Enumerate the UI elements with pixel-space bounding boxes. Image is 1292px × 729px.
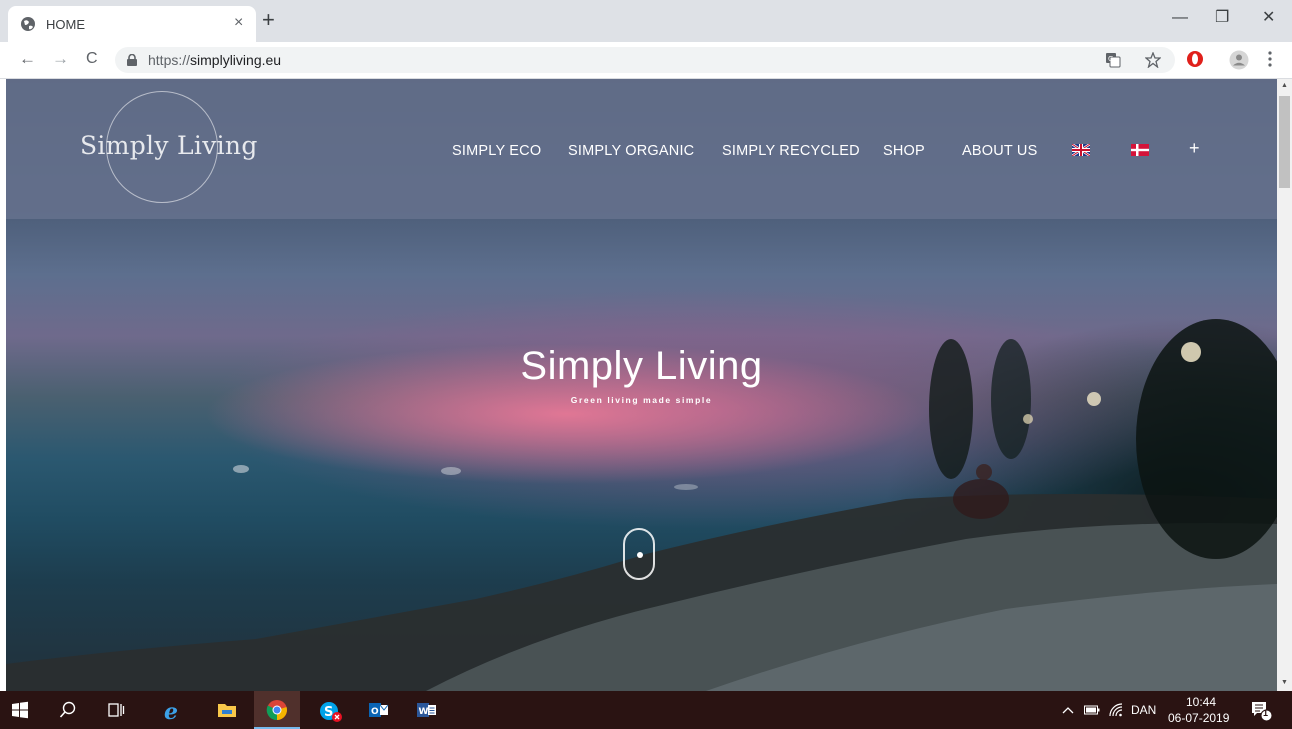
battery-icon[interactable] xyxy=(1084,704,1100,716)
taskbar-word[interactable]: W xyxy=(406,691,448,729)
nav-about-us[interactable]: ABOUT US xyxy=(962,143,1037,159)
restore-button[interactable]: ❐ xyxy=(1215,10,1229,26)
menu-kebab-icon[interactable] xyxy=(1267,50,1273,68)
danish-flag-icon[interactable] xyxy=(1131,144,1149,156)
taskbar-outlook[interactable]: O xyxy=(358,691,400,729)
search-icon xyxy=(59,701,76,718)
page-viewport: Simply Living SIMPLY ECO SIMPLY ORGANIC … xyxy=(6,79,1277,691)
tray-chevron-up-icon[interactable] xyxy=(1062,706,1074,714)
url-host: simplyliving.eu xyxy=(190,52,282,68)
skype-icon: S xyxy=(320,702,342,722)
hero-title: Simply Living xyxy=(520,344,763,388)
scroll-dot xyxy=(637,552,643,558)
clock-time[interactable]: 10:44 xyxy=(1186,695,1216,709)
nav-more-button[interactable]: + xyxy=(1189,139,1200,157)
new-tab-button[interactable]: + xyxy=(262,9,275,31)
chrome-icon xyxy=(266,700,287,721)
internet-explorer-icon: e xyxy=(164,701,178,721)
svg-text:S: S xyxy=(324,705,333,720)
tab-strip: HOME × + — ❐ ✕ xyxy=(0,0,1292,42)
taskbar-search[interactable] xyxy=(48,691,90,729)
translate-icon[interactable]: G xyxy=(1105,52,1121,68)
uk-flag-icon[interactable] xyxy=(1072,144,1090,156)
word-icon: W xyxy=(417,703,436,717)
clock-date[interactable]: 06-07-2019 xyxy=(1168,711,1229,725)
site-logo[interactable]: Simply Living xyxy=(80,131,258,160)
nav-simply-recycled[interactable]: SIMPLY RECYCLED xyxy=(722,143,860,159)
minimize-button[interactable]: — xyxy=(1172,10,1188,26)
nav-simply-eco[interactable]: SIMPLY ECO xyxy=(452,143,541,159)
nav-shop[interactable]: SHOP xyxy=(883,143,925,159)
svg-text:G: G xyxy=(1108,55,1113,63)
tab-title: HOME xyxy=(46,17,85,32)
browser-tab[interactable]: HOME × xyxy=(8,6,256,42)
svg-text:W: W xyxy=(419,707,429,717)
address-bar[interactable]: https://simplyliving.eu G xyxy=(115,47,1175,73)
svg-text:e: e xyxy=(164,701,178,721)
action-center-icon[interactable] xyxy=(1251,700,1273,722)
notification-count-badge: 1 xyxy=(1263,708,1269,718)
url-scheme: https:// xyxy=(148,52,191,68)
windows-taskbar: e S O W DAN 10:44 06-07-2019 1 xyxy=(0,691,1292,729)
scroll-down-arrow-icon[interactable]: ▼ xyxy=(1281,679,1288,687)
scroll-up-arrow-icon[interactable]: ▲ xyxy=(1281,82,1288,90)
bookmark-star-icon[interactable] xyxy=(1145,52,1161,68)
tab-close-button[interactable]: × xyxy=(234,15,243,31)
svg-text:O: O xyxy=(371,707,379,717)
task-view-button[interactable] xyxy=(96,691,138,729)
taskbar-skype[interactable]: S xyxy=(308,691,350,729)
forward-button[interactable]: → xyxy=(52,50,69,68)
input-language[interactable]: DAN xyxy=(1131,703,1156,717)
close-window-button[interactable]: ✕ xyxy=(1262,10,1275,26)
profile-avatar-icon[interactable] xyxy=(1229,50,1249,70)
globe-icon xyxy=(21,17,35,31)
folder-icon xyxy=(218,704,236,717)
opera-extension-icon[interactable] xyxy=(1186,50,1204,68)
browser-toolbar: ← → C https://simplyliving.eu G xyxy=(0,42,1292,79)
site-header: Simply Living SIMPLY ECO SIMPLY ORGANIC … xyxy=(6,79,1277,219)
windows-logo-icon xyxy=(12,701,28,719)
back-button[interactable]: ← xyxy=(19,50,36,68)
wifi-icon[interactable] xyxy=(1108,702,1124,718)
scrollbar-thumb[interactable] xyxy=(1279,96,1290,188)
outlook-icon: O xyxy=(369,703,389,717)
page-scrollbar[interactable]: ▲ ▼ xyxy=(1277,79,1292,691)
taskbar-internet-explorer[interactable]: e xyxy=(152,691,194,729)
reload-button[interactable]: C xyxy=(86,50,98,68)
nav-simply-organic[interactable]: SIMPLY ORGANIC xyxy=(568,143,694,159)
taskbar-chrome[interactable] xyxy=(254,691,300,729)
start-button[interactable] xyxy=(0,691,42,729)
task-view-icon xyxy=(108,703,125,717)
url-text: https://simplyliving.eu xyxy=(148,52,281,68)
lock-icon xyxy=(127,54,137,66)
taskbar-file-explorer[interactable] xyxy=(206,691,248,729)
hero-subtitle: Green living made simple xyxy=(570,395,713,405)
scroll-down-indicator[interactable] xyxy=(623,528,655,580)
